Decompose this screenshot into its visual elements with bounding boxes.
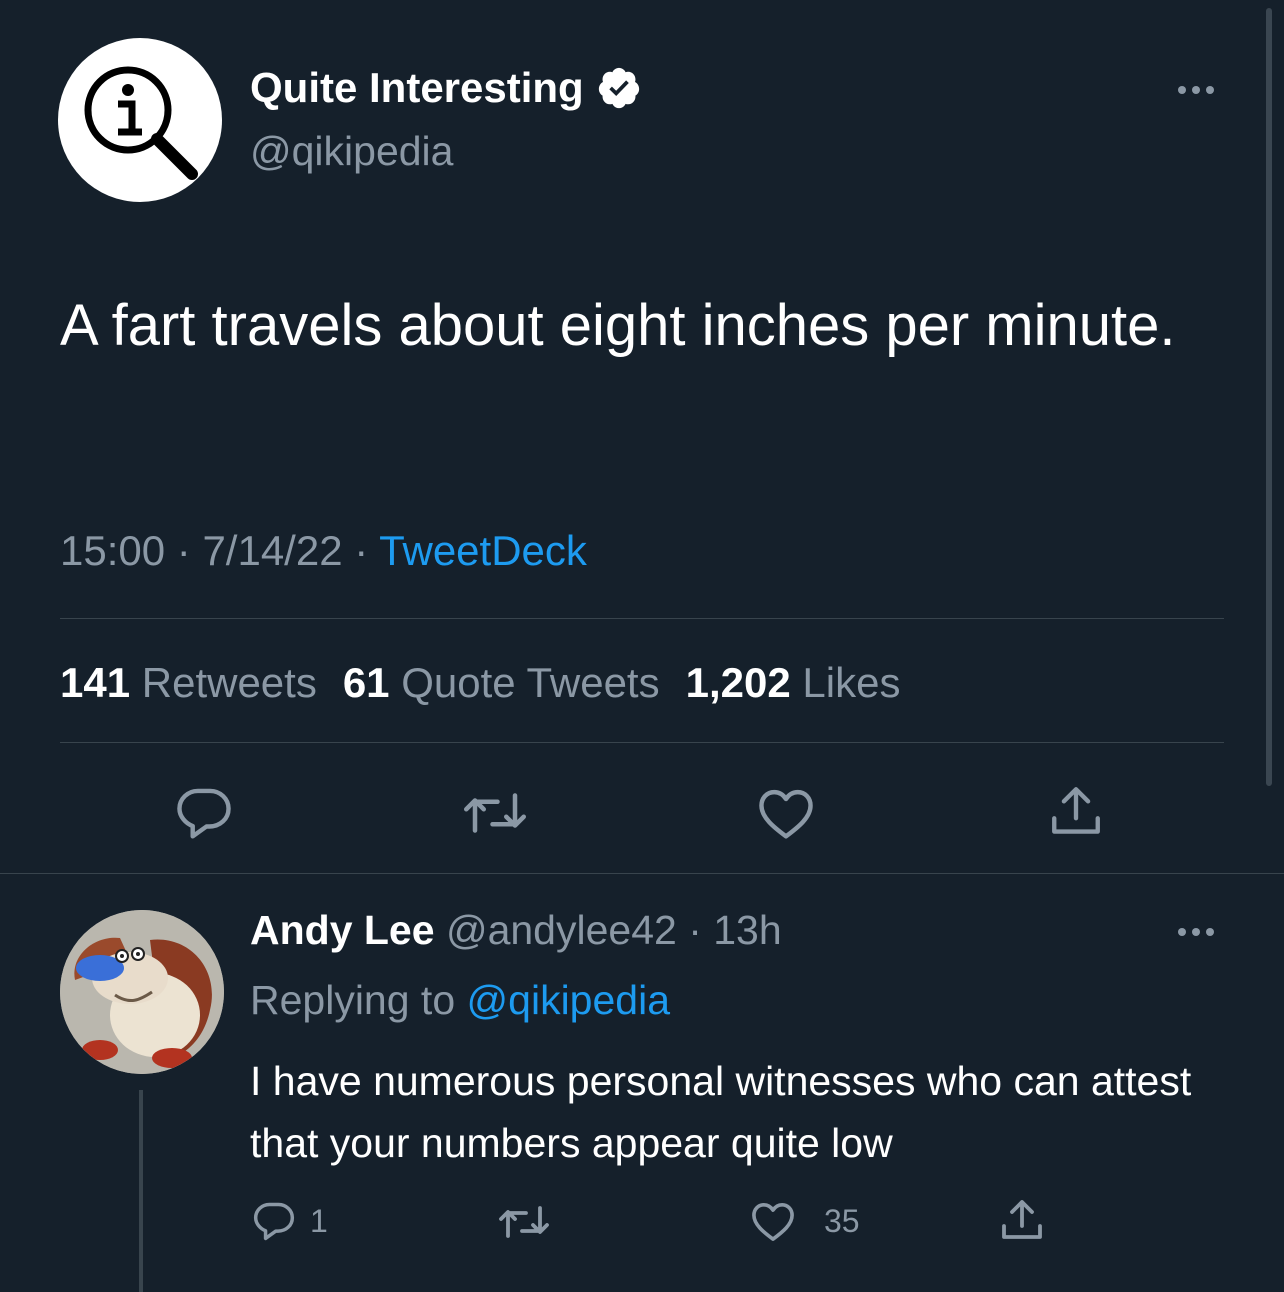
retweets-stat[interactable]: 141 Retweets: [60, 659, 317, 707]
scrollbar[interactable]: [1266, 8, 1272, 786]
reply-header: Andy Lee @andylee42 · 13h: [250, 907, 782, 954]
share-icon: [1002, 1200, 1042, 1239]
tweet-time[interactable]: 15:00: [60, 527, 165, 574]
thread-line: [139, 1090, 143, 1292]
reply-avatar[interactable]: [60, 910, 224, 1074]
tweet-source-link[interactable]: TweetDeck: [379, 527, 587, 574]
more-options-icon[interactable]: [1166, 917, 1226, 947]
tweet-text: A fart travels about eight inches per mi…: [60, 293, 1176, 358]
meta-separator: ·: [676, 907, 714, 953]
reply-author-name[interactable]: Andy Lee: [250, 907, 435, 953]
tweet-date[interactable]: 7/14/22: [202, 527, 342, 574]
reply-retweet-button[interactable]: [498, 1202, 550, 1242]
like-icon: [752, 1202, 794, 1241]
tweet-stats: 141 Retweets 61 Quote Tweets 1,202 Likes: [60, 659, 900, 707]
retweets-label: Retweets: [141, 659, 317, 706]
verified-badge-icon: [598, 67, 639, 109]
retweet-icon: [464, 793, 526, 833]
cartoon-dog-avatar-icon: [60, 910, 224, 1074]
quote-tweets-count: 61: [342, 659, 390, 706]
reply-text: I have numerous personal witnesses who c…: [250, 1058, 1192, 1166]
more-options-icon[interactable]: [1166, 75, 1226, 105]
meta-separator: ·: [176, 527, 203, 574]
author-handle[interactable]: @qikipedia: [250, 128, 453, 175]
divider: [60, 742, 1224, 743]
author-name-row[interactable]: Quite Interesting: [250, 64, 642, 112]
reply-icon: [177, 788, 231, 839]
likes-stat[interactable]: 1,202 Likes: [686, 659, 901, 707]
quote-tweets-label: Quote Tweets: [401, 659, 660, 706]
like-icon: [759, 789, 813, 839]
like-button[interactable]: [756, 786, 816, 840]
share-icon: [1052, 787, 1100, 834]
reply-button[interactable]: [174, 786, 234, 840]
author-name[interactable]: Quite Interesting: [250, 64, 584, 112]
replying-mention-link[interactable]: @qikipedia: [467, 977, 670, 1023]
reply-age[interactable]: 13h: [713, 907, 781, 953]
reply-count: 1: [310, 1202, 328, 1239]
section-divider: [0, 873, 1284, 874]
retweets-count: 141: [60, 659, 131, 706]
like-count: 35: [824, 1202, 860, 1239]
magnifying-glass-info-icon: [84, 66, 198, 180]
likes-label: Likes: [802, 659, 901, 706]
replying-prefix: Replying to: [250, 977, 456, 1023]
divider: [60, 618, 1224, 619]
share-button[interactable]: [1046, 782, 1106, 840]
quote-tweets-stat[interactable]: 61 Quote Tweets: [343, 659, 660, 707]
reply-icon: [253, 1202, 295, 1241]
reply-share-button[interactable]: [998, 1196, 1046, 1244]
meta-separator: ·: [354, 527, 380, 574]
likes-count: 1,202: [685, 659, 791, 706]
tweet-meta: 15:00 · 7/14/22 · TweetDeck: [60, 527, 587, 575]
retweet-icon: [499, 1206, 549, 1238]
replying-to-line: Replying to @qikipedia: [250, 977, 670, 1024]
reply-like-button[interactable]: 35: [750, 1200, 860, 1242]
avatar[interactable]: [58, 38, 222, 202]
retweet-button[interactable]: [462, 788, 528, 838]
reply-reply-button[interactable]: 1: [252, 1199, 328, 1243]
reply-author-handle[interactable]: @andylee42: [446, 907, 677, 953]
